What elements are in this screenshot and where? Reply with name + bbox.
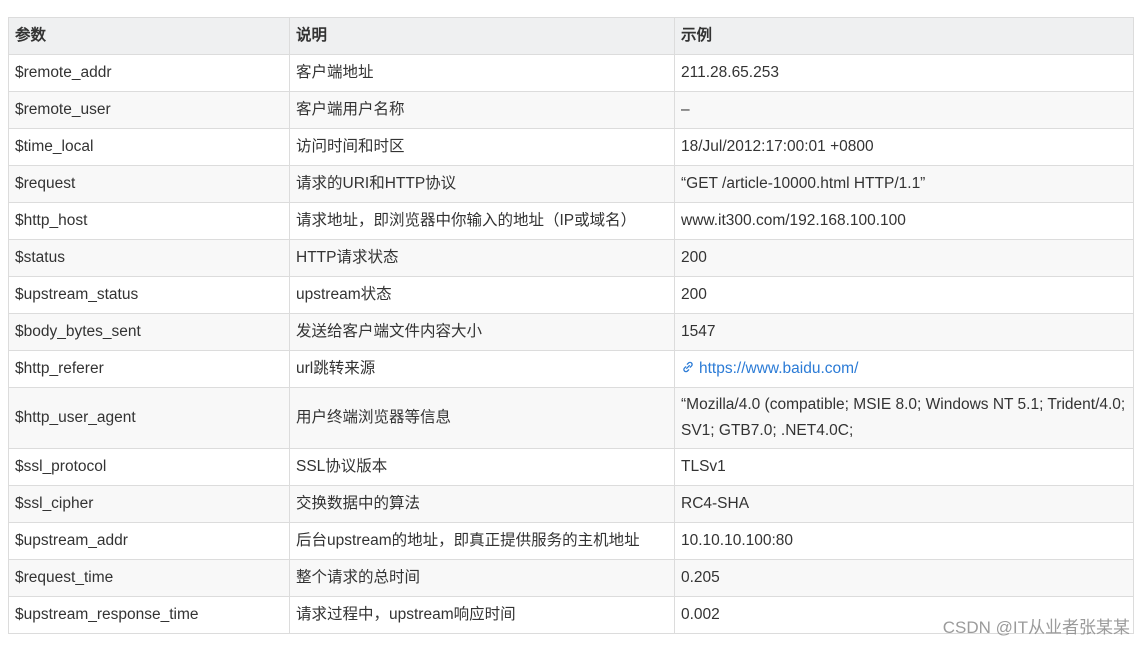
header-description: 说明 xyxy=(289,17,675,55)
table-row: $request_time 整个请求的总时间 0.205 xyxy=(8,559,1134,597)
header-param: 参数 xyxy=(8,17,290,55)
example-cell: 211.28.65.253 xyxy=(674,54,1134,92)
description-cell: 用户终端浏览器等信息 xyxy=(289,387,675,449)
example-cell: www.it300.com/192.168.100.100 xyxy=(674,202,1134,240)
table-row: $body_bytes_sent 发送给客户端文件内容大小 1547 xyxy=(8,313,1134,351)
table-row: $upstream_status upstream状态 200 xyxy=(8,276,1134,314)
table-row: $http_host 请求地址，即浏览器中你输入的地址（IP或域名） www.i… xyxy=(8,202,1134,240)
example-cell: 10.10.10.100:80 xyxy=(674,522,1134,560)
example-cell: https://www.baidu.com/ xyxy=(674,350,1134,388)
param-cell: $status xyxy=(8,239,290,277)
description-cell: HTTP请求状态 xyxy=(289,239,675,277)
parameter-table: 参数 说明 示例 $remote_addr 客户端地址 211.28.65.25… xyxy=(8,17,1134,634)
table-row: $request 请求的URI和HTTP协议 “GET /article-100… xyxy=(8,165,1134,203)
parameter-table-container: 参数 说明 示例 $remote_addr 客户端地址 211.28.65.25… xyxy=(8,17,1134,634)
example-cell: 200 xyxy=(674,276,1134,314)
description-cell: 访问时间和时区 xyxy=(289,128,675,166)
table-row: $time_local 访问时间和时区 18/Jul/2012:17:00:01… xyxy=(8,128,1134,166)
description-cell: 请求地址，即浏览器中你输入的地址（IP或域名） xyxy=(289,202,675,240)
param-cell: $upstream_addr xyxy=(8,522,290,560)
description-cell: 请求过程中，upstream响应时间 xyxy=(289,596,675,634)
table-row: $remote_addr 客户端地址 211.28.65.253 xyxy=(8,54,1134,92)
table-row: $remote_user 客户端用户名称 – xyxy=(8,91,1134,129)
header-example: 示例 xyxy=(674,17,1134,55)
param-cell: $remote_addr xyxy=(8,54,290,92)
table-row: $http_user_agent 用户终端浏览器等信息 “Mozilla/4.0… xyxy=(8,387,1134,449)
description-cell: 客户端用户名称 xyxy=(289,91,675,129)
example-cell: 200 xyxy=(674,239,1134,277)
description-cell: 后台upstream的地址，即真正提供服务的主机地址 xyxy=(289,522,675,560)
example-cell: 18/Jul/2012:17:00:01 +0800 xyxy=(674,128,1134,166)
param-cell: $http_host xyxy=(8,202,290,240)
param-cell: $request_time xyxy=(8,559,290,597)
description-cell: SSL协议版本 xyxy=(289,448,675,486)
referer-link[interactable]: https://www.baidu.com/ xyxy=(681,360,858,377)
param-cell: $upstream_status xyxy=(8,276,290,314)
description-cell: 交换数据中的算法 xyxy=(289,485,675,523)
param-cell: $request xyxy=(8,165,290,203)
param-cell: $http_user_agent xyxy=(8,387,290,449)
example-cell: RC4-SHA xyxy=(674,485,1134,523)
param-cell: $remote_user xyxy=(8,91,290,129)
table-row: $status HTTP请求状态 200 xyxy=(8,239,1134,277)
description-cell: url跳转来源 xyxy=(289,350,675,388)
description-cell: 请求的URI和HTTP协议 xyxy=(289,165,675,203)
example-cell: 0.205 xyxy=(674,559,1134,597)
link-icon xyxy=(683,361,693,373)
param-cell: $ssl_protocol xyxy=(8,448,290,486)
example-cell: – xyxy=(674,91,1134,129)
param-cell: $upstream_response_time xyxy=(8,596,290,634)
table-row: $http_referer url跳转来源 https://www.baidu.… xyxy=(8,350,1134,388)
description-cell: 整个请求的总时间 xyxy=(289,559,675,597)
referer-link-text: https://www.baidu.com/ xyxy=(699,360,859,377)
param-cell: $http_referer xyxy=(8,350,290,388)
csdn-watermark: CSDN @IT从业者张某某 xyxy=(942,618,1130,637)
table-row: $upstream_addr 后台upstream的地址，即真正提供服务的主机地… xyxy=(8,522,1134,560)
example-cell: 1547 xyxy=(674,313,1134,351)
example-cell: “Mozilla/4.0 (compatible; MSIE 8.0; Wind… xyxy=(674,387,1134,449)
example-cell: “GET /article-10000.html HTTP/1.1” xyxy=(674,165,1134,203)
description-cell: upstream状态 xyxy=(289,276,675,314)
description-cell: 客户端地址 xyxy=(289,54,675,92)
example-cell: TLSv1 xyxy=(674,448,1134,486)
table-header-row: 参数 说明 示例 xyxy=(8,17,1134,55)
param-cell: $ssl_cipher xyxy=(8,485,290,523)
table-row: $ssl_cipher 交换数据中的算法 RC4-SHA xyxy=(8,485,1134,523)
param-cell: $body_bytes_sent xyxy=(8,313,290,351)
param-cell: $time_local xyxy=(8,128,290,166)
table-row: $ssl_protocol SSL协议版本 TLSv1 xyxy=(8,448,1134,486)
description-cell: 发送给客户端文件内容大小 xyxy=(289,313,675,351)
